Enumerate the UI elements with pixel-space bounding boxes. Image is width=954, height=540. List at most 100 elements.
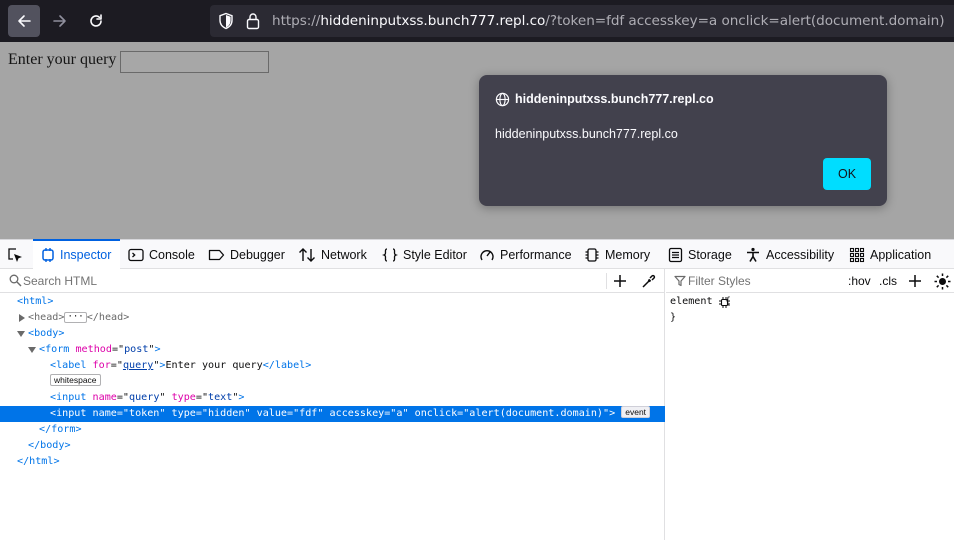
toolbar-divider — [606, 273, 607, 289]
tab-label: Network — [321, 247, 367, 262]
debugger-icon — [208, 249, 225, 260]
url-prefix: https:// — [272, 13, 321, 29]
style-editor-icon — [382, 247, 398, 262]
node-form-close[interactable]: </form> — [0, 422, 665, 438]
node-body-close[interactable]: </body> — [0, 438, 665, 454]
add-node-icon[interactable] — [613, 274, 627, 288]
tab-label: Application — [870, 247, 932, 262]
tag-name: body — [40, 440, 65, 451]
gear-icon[interactable] — [719, 297, 730, 308]
tab-label: Accessibility — [766, 247, 835, 262]
node-body[interactable]: <body> — [0, 326, 665, 342]
tag-name: label — [56, 360, 87, 371]
memory-icon — [585, 247, 599, 262]
tab-inspector[interactable]: Inspector — [33, 239, 120, 269]
selected-node-markup: <input name="token" type="hidden" value=… — [50, 408, 616, 419]
alert-dialog: hiddeninputxss.bunch777.repl.co hiddenin… — [479, 75, 887, 206]
html-search-bar: Search HTML — [0, 269, 665, 293]
attr-value-link[interactable]: query — [123, 360, 153, 371]
node-whitespace[interactable]: whitespace — [0, 374, 665, 390]
collapse-toggle[interactable] — [28, 347, 36, 353]
tag-name: input — [56, 392, 87, 403]
collapsed-ellipsis[interactable]: ··· — [64, 312, 87, 323]
markup-panel: Search HTML <html> <head> ··· </head> <bod… — [0, 269, 665, 540]
back-button[interactable] — [8, 5, 40, 37]
attr-name: for — [92, 360, 111, 371]
node-html[interactable]: <html> — [0, 294, 665, 310]
hov-toggle[interactable]: :hov — [848, 269, 871, 293]
filter-icon — [674, 275, 686, 287]
tag-name: html — [23, 296, 48, 307]
url-bar[interactable]: https://hiddeninputxss.bunch777.repl.co/… — [210, 5, 954, 37]
node-head[interactable]: <head> ··· </head> — [0, 310, 665, 326]
tab-label: Storage — [688, 247, 732, 262]
cls-toggle[interactable]: .cls — [879, 269, 897, 293]
storage-icon — [668, 247, 683, 262]
tab-application[interactable]: Application — [849, 240, 931, 269]
console-icon — [128, 248, 144, 261]
tab-style-editor[interactable]: Style Editor — [382, 240, 467, 269]
tag-name: body — [34, 328, 59, 339]
globe-icon — [495, 92, 510, 107]
tab-label: Inspector — [60, 247, 112, 262]
collapse-toggle[interactable] — [17, 331, 25, 337]
node-form[interactable]: <form method="post"> — [0, 342, 665, 358]
shield-icon[interactable] — [218, 12, 234, 30]
tab-storage[interactable]: Storage — [668, 240, 732, 269]
query-label: Enter your query — [8, 51, 117, 68]
attr-name: method — [75, 344, 112, 355]
reload-button[interactable] — [80, 5, 112, 37]
tag-name: head — [34, 312, 59, 323]
html-search-input[interactable]: Search HTML — [23, 269, 97, 293]
expand-toggle[interactable] — [19, 314, 25, 322]
tab-label: Style Editor — [403, 247, 467, 262]
event-badge[interactable]: event — [621, 406, 651, 418]
attr-value: query — [129, 392, 160, 403]
tag-name: label — [274, 360, 306, 371]
attr-value: post — [124, 344, 149, 355]
accessibility-icon — [747, 247, 759, 262]
node-label[interactable]: <label for="query">Enter your query</lab… — [0, 358, 665, 374]
filter-styles-input[interactable]: Filter Styles — [688, 269, 751, 293]
ok-button[interactable]: OK — [823, 158, 871, 190]
tab-debugger[interactable]: Debugger — [208, 240, 285, 269]
rule-close-brace: } — [670, 312, 677, 323]
styles-filter-bar: Filter Styles :hov .cls — [666, 269, 954, 293]
dialog-message: hiddeninputxss.bunch777.repl.co — [495, 127, 678, 141]
light-theme-icon[interactable] — [934, 273, 951, 290]
arrow-left-icon — [18, 15, 31, 27]
performance-icon — [480, 249, 494, 260]
node-html-close[interactable]: </html> — [0, 454, 665, 470]
browser-toolbar: https://hiddeninputxss.bunch777.repl.co/… — [0, 0, 954, 42]
node-input-token-selected[interactable]: <input name="token" type="hidden" value=… — [0, 406, 665, 422]
node-input-query[interactable]: <input name="query" type="text"> — [0, 390, 665, 406]
tag-name: form — [45, 344, 70, 355]
tab-label: Memory — [605, 247, 651, 262]
tab-performance[interactable]: Performance — [479, 240, 572, 269]
tag-name: html — [29, 456, 54, 467]
attr-name: name — [92, 392, 117, 403]
rules-panel: Filter Styles :hov .cls element { } — [666, 269, 954, 540]
tag-name: head — [98, 312, 124, 323]
tab-label: Performance — [500, 247, 572, 262]
tab-memory[interactable]: Memory — [584, 240, 650, 269]
tab-console[interactable]: Console — [128, 240, 195, 269]
devtools-tabbar: Inspector Console Debugger Network Style… — [0, 239, 954, 269]
reload-icon — [90, 14, 102, 27]
application-icon — [849, 247, 865, 262]
element-picker-icon[interactable] — [6, 246, 24, 264]
tab-label: Console — [149, 247, 195, 262]
eyedropper-icon[interactable] — [641, 274, 656, 289]
tab-accessibility[interactable]: Accessibility — [745, 240, 834, 269]
query-input[interactable] — [120, 51, 269, 73]
text-node: Enter your query — [165, 360, 263, 371]
tab-network[interactable]: Network — [298, 240, 367, 269]
tab-label: Debugger — [230, 247, 285, 262]
lock-icon[interactable] — [246, 12, 260, 30]
url-host: hiddeninputxss.bunch777.repl.co — [320, 13, 546, 29]
url-text[interactable]: https://hiddeninputxss.bunch777.repl.co/… — [272, 5, 945, 37]
dialog-origin: hiddeninputxss.bunch777.repl.co — [515, 92, 714, 106]
whitespace-badge: whitespace — [50, 374, 101, 386]
add-rule-icon[interactable] — [908, 274, 922, 288]
forward-button[interactable] — [44, 5, 76, 37]
